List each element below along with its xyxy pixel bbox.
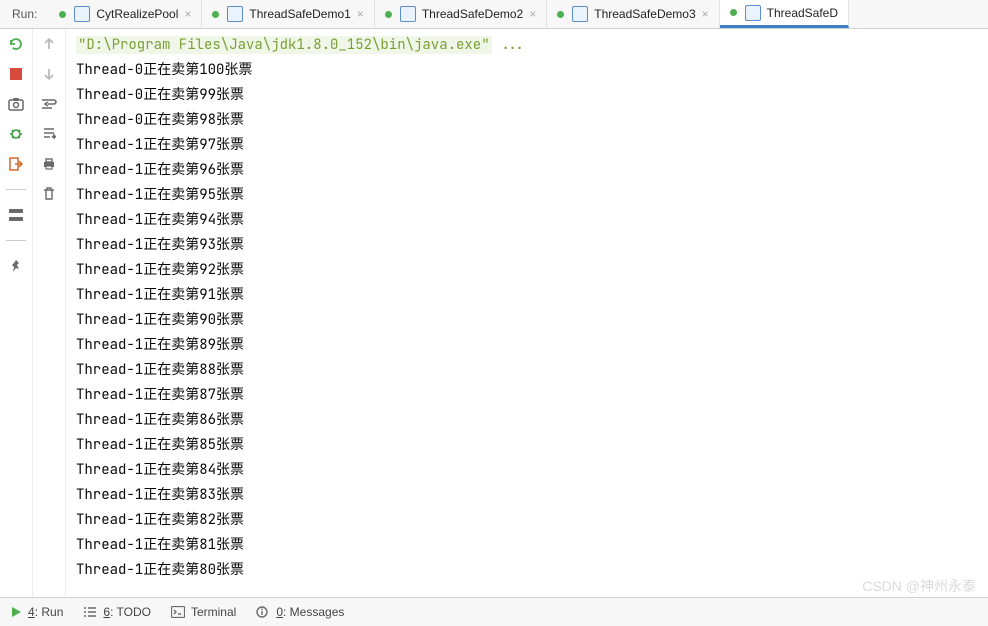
class-icon (227, 6, 243, 22)
console-line: Thread-1正在卖第91张票 (76, 283, 978, 308)
run-label-bottom: : Run (35, 605, 64, 619)
java-path: "D:\Program Files\Java\jdk1.8.0_152\bin\… (76, 36, 492, 54)
tab-label: ThreadSafeDemo2 (422, 7, 523, 21)
run-tab-0[interactable]: CytRealizePool × (49, 0, 202, 28)
console-line: Thread-1正在卖第82张票 (76, 508, 978, 533)
run-dot-icon (385, 11, 392, 18)
class-icon (745, 5, 761, 21)
console-line: Thread-1正在卖第89张票 (76, 333, 978, 358)
messages-n: 0 (276, 605, 283, 619)
tab-label: ThreadSafeDemo1 (249, 7, 350, 21)
run-dot-icon (730, 9, 737, 16)
console-line: Thread-1正在卖第85张票 (76, 433, 978, 458)
console-line: Thread-1正在卖第80张票 (76, 558, 978, 583)
close-icon[interactable]: × (529, 7, 536, 21)
run-tab-4[interactable]: ThreadSafeD (720, 0, 849, 28)
bottom-todo-tab[interactable]: 6: TODO (83, 605, 151, 619)
console-line: Thread-0正在卖第98张票 (76, 108, 978, 133)
watermark: CSDN @神州永泰 (862, 576, 976, 596)
class-icon (572, 6, 588, 22)
console-line: Thread-1正在卖第87张票 (76, 383, 978, 408)
play-icon (10, 606, 22, 618)
run-dot-icon (212, 11, 219, 18)
tab-label: ThreadSafeDemo3 (594, 7, 695, 21)
console-line: Thread-1正在卖第83张票 (76, 483, 978, 508)
info-icon (256, 606, 270, 618)
run-n: 4 (28, 605, 35, 619)
list-icon (83, 606, 97, 618)
run-dot-icon (59, 11, 66, 18)
close-icon[interactable]: × (184, 7, 191, 21)
console-line: Thread-1正在卖第94张票 (76, 208, 978, 233)
rerun-icon[interactable] (7, 35, 25, 53)
cutoff-line (76, 583, 978, 595)
left-toolbar-2 (33, 29, 66, 597)
run-tab-1[interactable]: ThreadSafeDemo1 × (202, 0, 374, 28)
console-line: Thread-1正在卖第88张票 (76, 358, 978, 383)
camera-icon[interactable] (7, 95, 25, 113)
divider (6, 189, 26, 190)
messages-label: : Messages (283, 605, 344, 619)
terminal-icon (171, 606, 185, 618)
run-dot-icon (557, 11, 564, 18)
bottom-run-tab[interactable]: 4: Run (10, 605, 63, 619)
bottom-terminal-tab[interactable]: Terminal (171, 605, 236, 619)
divider (6, 240, 26, 241)
console-line: Thread-1正在卖第81张票 (76, 533, 978, 558)
tab-label: CytRealizePool (96, 7, 178, 21)
console-line: Thread-1正在卖第97张票 (76, 133, 978, 158)
command-line: "D:\Program Files\Java\jdk1.8.0_152\bin\… (76, 33, 978, 58)
pin-icon[interactable] (7, 257, 25, 275)
left-toolbar-1 (0, 29, 33, 597)
console-line: Thread-1正在卖第86张票 (76, 408, 978, 433)
class-icon (74, 6, 90, 22)
terminal-label: Terminal (191, 605, 236, 619)
exit-icon[interactable] (7, 155, 25, 173)
command-dots: ... (492, 36, 526, 54)
todo-label: : TODO (110, 605, 151, 619)
run-tabbar: Run: CytRealizePool×ThreadSafeDemo1×Thre… (0, 0, 988, 29)
console-line: Thread-0正在卖第99张票 (76, 83, 978, 108)
tab-label: ThreadSafeD (767, 6, 838, 20)
console-line: Thread-1正在卖第84张票 (76, 458, 978, 483)
console-line: Thread-1正在卖第93张票 (76, 233, 978, 258)
console-line: Thread-1正在卖第96张票 (76, 158, 978, 183)
trash-icon[interactable] (40, 185, 58, 203)
run-body: "D:\Program Files\Java\jdk1.8.0_152\bin\… (0, 29, 988, 597)
console-line: Thread-0正在卖第100张票 (76, 58, 978, 83)
bottom-messages-tab[interactable]: 0: Messages (256, 605, 344, 619)
scroll-end-icon[interactable] (40, 125, 58, 143)
stop-icon[interactable] (7, 65, 25, 83)
run-tab-3[interactable]: ThreadSafeDemo3 × (547, 0, 719, 28)
close-icon[interactable]: × (357, 7, 364, 21)
class-icon (400, 6, 416, 22)
close-icon[interactable]: × (702, 7, 709, 21)
down-icon[interactable] (40, 65, 58, 83)
run-label: Run: (8, 0, 49, 28)
console-line: Thread-1正在卖第95张票 (76, 183, 978, 208)
console-line: Thread-1正在卖第92张票 (76, 258, 978, 283)
layout-icon[interactable] (7, 206, 25, 224)
up-icon[interactable] (40, 35, 58, 53)
bottom-toolbar: 4: Run 6: TODO Terminal 0: Messages (0, 597, 988, 626)
bug-stack-icon[interactable] (7, 125, 25, 143)
print-icon[interactable] (40, 155, 58, 173)
console-output[interactable]: "D:\Program Files\Java\jdk1.8.0_152\bin\… (66, 29, 988, 597)
run-tab-2[interactable]: ThreadSafeDemo2 × (375, 0, 547, 28)
console-line: Thread-1正在卖第90张票 (76, 308, 978, 333)
soft-wrap-icon[interactable] (40, 95, 58, 113)
